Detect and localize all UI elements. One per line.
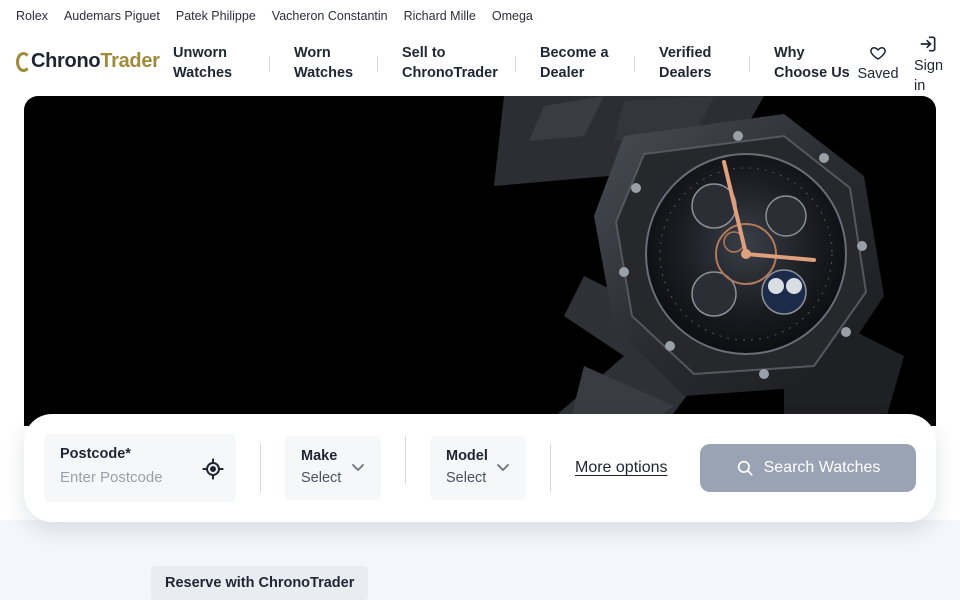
nav-why-choose-us[interactable]: Why Choose Us — [774, 43, 854, 83]
postcode-input[interactable]: Enter Postcode — [60, 469, 163, 486]
divider — [260, 444, 261, 492]
sign-in-icon — [920, 36, 936, 52]
logo-text-chrono: Chrono — [31, 50, 101, 72]
content-section — [0, 520, 960, 600]
nav-divider — [269, 56, 270, 72]
nav-divider — [749, 56, 750, 72]
model-value: Select — [446, 470, 487, 486]
postcode-field[interactable]: Postcode* Enter Postcode — [44, 434, 236, 502]
logo-ring-icon — [16, 51, 31, 72]
heart-icon — [870, 47, 886, 60]
search-button-label: Search Watches — [763, 459, 881, 476]
brand-link-vacheron-constantin[interactable]: Vacheron Constantin — [272, 9, 388, 23]
nav-worn-watches[interactable]: Worn Watches — [294, 43, 404, 83]
nav-sell[interactable]: Sell to ChronoTrader — [402, 43, 512, 83]
brand-link-omega[interactable]: Omega — [492, 9, 533, 23]
saved-label: Saved — [857, 66, 899, 82]
brand-link-audemars-piguet[interactable]: Audemars Piguet — [64, 9, 160, 23]
model-select[interactable]: Model Select — [430, 436, 526, 500]
saved-button[interactable]: Saved — [856, 44, 900, 82]
hero-banner — [24, 96, 936, 426]
nav-divider — [515, 56, 516, 72]
nav-verified-dealers[interactable]: Verified Dealers — [659, 43, 769, 83]
reserve-tag: Reserve with ChronoTrader — [151, 566, 368, 600]
brand-link-patek-philippe[interactable]: Patek Philippe — [176, 9, 256, 23]
more-options-link[interactable]: More options — [575, 459, 668, 477]
main-nav: Chrono Trader Unworn Watches Worn Watche… — [0, 32, 960, 96]
nav-divider — [634, 56, 635, 72]
search-watches-button[interactable]: Search Watches — [700, 444, 916, 492]
logo-text-trader: Trader — [100, 50, 160, 72]
postcode-label: Postcode* — [60, 446, 131, 462]
make-select[interactable]: Make Select — [285, 436, 381, 500]
divider — [405, 436, 406, 484]
brand-links-bar: Rolex Audemars Piguet Patek Philippe Vac… — [0, 0, 960, 32]
nav-unworn-watches[interactable]: Unworn Watches — [173, 43, 283, 83]
search-icon — [737, 460, 753, 476]
brand-link-richard-mille[interactable]: Richard Mille — [404, 9, 476, 23]
logo[interactable]: Chrono Trader — [16, 50, 160, 73]
chevron-down-icon — [497, 464, 509, 471]
make-label: Make — [301, 448, 338, 464]
locate-icon[interactable] — [202, 458, 224, 480]
model-label: Model — [446, 448, 488, 464]
make-value: Select — [301, 470, 342, 486]
chevron-down-icon — [352, 464, 364, 471]
sign-in-button[interactable]: Sign in — [912, 34, 948, 96]
nav-divider — [377, 56, 378, 72]
search-card: Postcode* Enter Postcode Make Select Mod… — [24, 414, 936, 522]
divider — [550, 444, 551, 492]
brand-link-rolex[interactable]: Rolex — [16, 9, 48, 23]
hero-watch-image — [494, 96, 904, 426]
